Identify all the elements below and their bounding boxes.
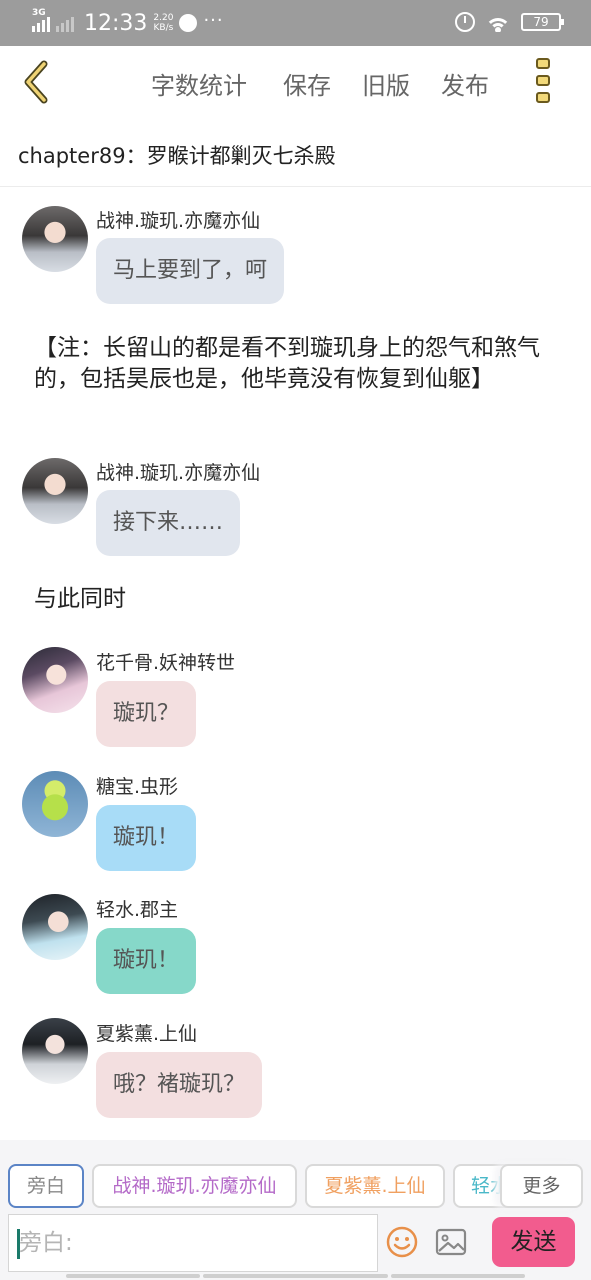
alarm-icon [455, 12, 475, 32]
signal-icon: 3G [32, 8, 50, 32]
wifi-icon [485, 12, 511, 32]
old-version-button[interactable]: 旧版 [362, 66, 410, 101]
nav-indicator [391, 1274, 525, 1278]
smiley-icon [386, 1226, 418, 1258]
role-chip[interactable]: 夏紫薰.上仙 [305, 1164, 445, 1208]
avatar[interactable] [22, 894, 88, 960]
image-button[interactable] [435, 1228, 467, 1256]
globe-icon [179, 14, 198, 32]
narration-text[interactable]: 与此同时 [34, 584, 570, 615]
word-count-button[interactable]: 字数统计 [151, 66, 247, 101]
avatar[interactable] [22, 647, 88, 713]
signal-secondary-icon [56, 14, 74, 32]
message-bubble[interactable]: 哦？褚璇玑？ [96, 1052, 263, 1118]
role-chip-narrator[interactable]: 旁白 [8, 1164, 84, 1208]
nav-indicator [66, 1274, 200, 1278]
avatar[interactable] [22, 1018, 88, 1084]
composer-panel: 旁白 战神.璇玑.亦魔亦仙 夏紫薰.上仙 轻水 更多 发送 [0, 1140, 591, 1280]
send-button[interactable]: 发送 [492, 1217, 575, 1267]
more-roles-button[interactable]: 更多 [500, 1164, 583, 1208]
sender-name: 糖宝.虫形 [96, 776, 179, 798]
message-bubble[interactable]: 璇玑！ [96, 928, 197, 994]
message-bubble[interactable]: 马上要到了，呵 [96, 238, 285, 304]
avatar[interactable] [22, 458, 88, 524]
avatar[interactable] [22, 771, 88, 837]
image-icon [435, 1228, 467, 1256]
message-input[interactable] [19, 1215, 369, 1271]
battery-icon: 79 [521, 13, 564, 31]
sender-name: 轻水.郡主 [96, 899, 179, 921]
network-type: 3G [32, 8, 46, 18]
role-chip[interactable]: 战神.璇玑.亦魔亦仙 [92, 1164, 297, 1208]
chevron-left-icon [24, 60, 48, 104]
vertical-dots-icon[interactable] [534, 58, 552, 108]
message-bubble[interactable]: 接下来…… [96, 490, 241, 556]
message-input-box[interactable] [8, 1214, 378, 1272]
avatar[interactable] [22, 206, 88, 272]
sender-name: 战神.璇玑.亦魔亦仙 [96, 462, 261, 484]
network-speed: 2.20 KB/s [153, 13, 173, 33]
sender-name: 战神.璇玑.亦魔亦仙 [96, 210, 261, 232]
status-bar: 3G 12:33 2.20 KB/s ··· 79 [0, 0, 591, 46]
message-bubble[interactable]: 璇玑？ [96, 681, 197, 747]
narration-text[interactable]: 【注：长留山的都是看不到璇玑身上的怨气和煞气的，包括昊辰也是，他毕竟没有恢复到仙… [34, 333, 570, 395]
sender-name: 花千骨.妖神转世 [96, 652, 236, 674]
sender-name: 夏紫薰.上仙 [96, 1023, 198, 1045]
emoji-button[interactable] [386, 1226, 418, 1258]
back-button[interactable] [20, 60, 56, 104]
chapter-title: chapter89：罗睺计都剿灭七杀殿 [18, 144, 336, 168]
nav-indicator [203, 1274, 388, 1278]
message-bubble[interactable]: 璇玑！ [96, 805, 197, 871]
divider [0, 186, 591, 187]
save-button[interactable]: 保存 [283, 66, 331, 101]
publish-button[interactable]: 发布 [441, 66, 489, 101]
clock: 12:33 [84, 10, 148, 36]
editor-toolbar: 字数统计 保存 旧版 发布 [0, 46, 591, 120]
more-notifications-icon: ··· [203, 9, 224, 31]
speed-unit: KB/s [153, 23, 174, 33]
speed-value: 2.20 [153, 13, 174, 23]
